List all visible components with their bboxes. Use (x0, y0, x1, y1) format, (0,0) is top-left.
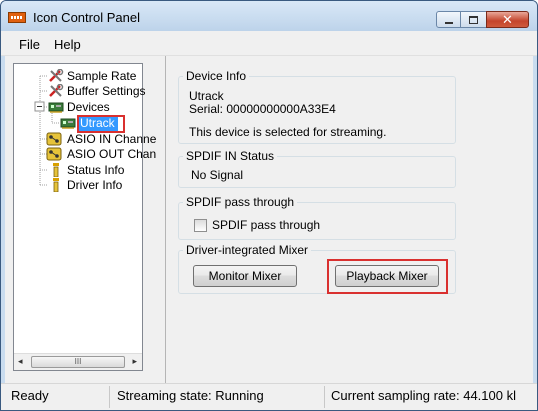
tree-horizontal-scrollbar[interactable]: ◂ III ▸ (14, 353, 142, 370)
device-serial: Serial: 00000000000A33E4 (189, 102, 336, 116)
tree-item-label: Sample Rate (67, 69, 137, 83)
spdif-pass-checkbox-label[interactable]: SPDIF pass through (212, 218, 320, 232)
scroll-left-icon[interactable]: ◂ (18, 356, 23, 367)
status-separator (109, 386, 110, 408)
maximize-icon (469, 15, 478, 24)
close-button[interactable]: ✕ (486, 11, 529, 28)
menu-file[interactable]: File (19, 37, 40, 52)
scroll-thumb[interactable]: III (31, 356, 125, 368)
menu-help[interactable]: Help (54, 37, 81, 52)
mixer-title: Driver-integrated Mixer (183, 243, 312, 257)
minimize-icon (444, 21, 453, 24)
tools-icon (49, 84, 64, 97)
status-streaming: Streaming state: Running (117, 388, 264, 403)
menu-bar: File Help (1, 31, 537, 56)
device-name: Utrack (189, 89, 224, 103)
spdif-pass-checkbox[interactable] (194, 219, 207, 232)
scroll-right-icon[interactable]: ▸ (132, 356, 137, 367)
status-sampling-rate: Current sampling rate: 44.100 kl (331, 388, 516, 403)
tree-item-label: ASIO IN Channe (67, 132, 157, 146)
tree-item-label: Status Info (67, 163, 125, 177)
tree-item-label: Driver Info (67, 178, 123, 192)
monitor-mixer-button[interactable]: Monitor Mixer (193, 265, 297, 287)
tree-item-label: Buffer Settings (67, 84, 146, 98)
client-area: Sample Rate Buffer Settings Devices Utra… (5, 56, 533, 383)
tools-icon (49, 69, 64, 82)
panel-splitter[interactable] (165, 56, 170, 383)
navigation-tree[interactable]: Sample Rate Buffer Settings Devices Utra… (13, 63, 156, 371)
spdif-status-title: SPDIF IN Status (183, 149, 278, 163)
spdif-pass-group: SPDIF pass through SPDIF pass through (178, 195, 456, 240)
window-title: Icon Control Panel (33, 10, 140, 25)
status-bar: Ready Streaming state: Running Current s… (1, 383, 537, 410)
device-info-group: Device Info Utrack Serial: 00000000000A3… (178, 69, 456, 144)
minimize-button[interactable] (436, 11, 461, 28)
highlight-frame (327, 259, 448, 294)
tree-item-label: ASIO OUT Chan (67, 147, 157, 161)
spdif-status-group: SPDIF IN Status No Signal (178, 149, 456, 188)
device-card-icon (60, 118, 76, 129)
status-separator (324, 386, 325, 408)
info-icon (53, 163, 59, 177)
channel-icon (46, 132, 62, 146)
tree-connector-lines (34, 75, 60, 186)
device-info-title: Device Info (183, 69, 250, 83)
close-icon: ✕ (502, 12, 513, 27)
tree-item-label: Devices (67, 100, 110, 114)
device-streaming-note: This device is selected for streaming. (189, 125, 387, 139)
channel-icon (46, 147, 62, 161)
app-icon (8, 12, 26, 23)
info-icon (53, 178, 59, 192)
caption-buttons: ✕ (436, 11, 529, 28)
maximize-button[interactable] (461, 11, 486, 28)
highlight-frame (77, 115, 125, 133)
title-bar[interactable]: Icon Control Panel ✕ (1, 1, 537, 31)
device-card-icon (48, 102, 64, 113)
status-ready: Ready (11, 388, 49, 403)
spdif-pass-title: SPDIF pass through (183, 195, 298, 209)
app-window: Icon Control Panel ✕ File Help Sample Ra… (0, 0, 538, 411)
spdif-status-value: No Signal (191, 168, 244, 182)
